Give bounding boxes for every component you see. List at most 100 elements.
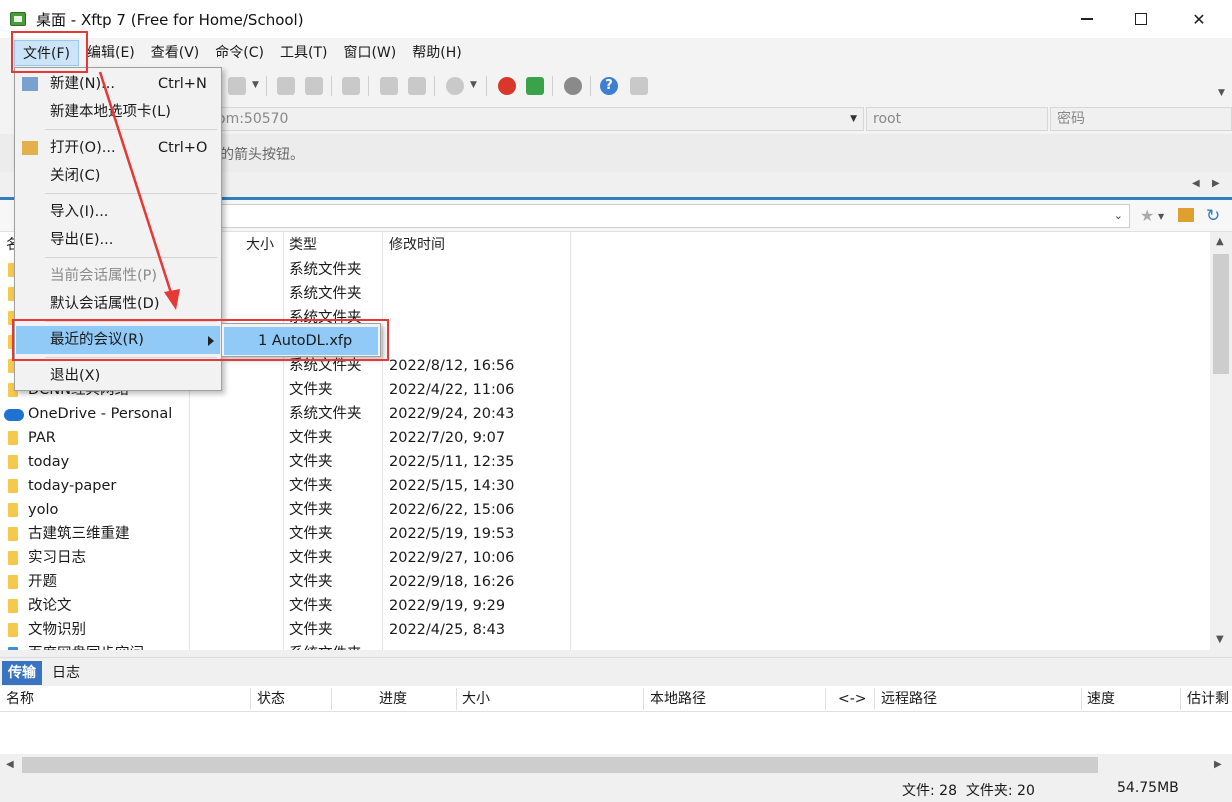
help-icon[interactable]: ? [600,77,618,95]
column-divider [250,688,251,710]
menu-item-export[interactable]: 导出(E)... [16,226,220,254]
transfer-col-direction[interactable]: <-> [838,686,867,712]
transfer-col-local-path[interactable]: 本地路径 [650,686,706,712]
menu-item-default-session-properties[interactable]: 默认会话属性(D) [16,290,220,318]
home-icon[interactable] [1178,208,1194,222]
tab-transfer[interactable]: 传输 [2,661,42,685]
file-row[interactable]: today 文件夹 2022/5/11, 12:35 [0,450,1210,474]
toolbar-divider [331,76,332,96]
scroll-thumb[interactable] [22,757,1098,773]
transfer-col-progress[interactable]: 进度 [379,686,407,712]
file-list-scrollbar[interactable]: ▲ ▼ [1210,232,1232,650]
tab-scroll-right-icon[interactable]: ▶ [1212,178,1220,189]
file-row[interactable]: 改论文 文件夹 2022/9/19, 9:29 [0,594,1210,618]
menu-command[interactable]: 命令(C) [207,40,272,66]
xftp-icon[interactable] [526,77,544,95]
menu-edit[interactable]: 编辑(E) [79,40,143,66]
maximize-button[interactable] [1118,0,1164,38]
tab-scroll-left-icon[interactable]: ◀ [1192,178,1200,189]
file-row[interactable]: 文物识别 文件夹 2022/4/25, 8:43 [0,618,1210,642]
scroll-thumb[interactable] [1213,254,1229,374]
menu-bar: 文件(F) 编辑(E) 查看(V) 命令(C) 工具(T) 窗口(W) 帮助(H… [0,38,1232,68]
upload-icon[interactable] [277,77,295,95]
star-icon[interactable]: ★ [1140,206,1154,225]
status-bar: 文件: 28 文件夹: 20 54.75MB [0,776,1232,802]
screen-icon[interactable] [228,77,246,95]
transfer-icon[interactable] [342,77,360,95]
menu-separator [45,193,217,194]
menu-tools[interactable]: 工具(T) [272,40,335,66]
refresh-icon[interactable]: ↻ [1206,206,1220,226]
folder-icon [8,431,18,445]
chat-icon[interactable] [630,77,648,95]
xshell-icon[interactable] [498,77,516,95]
menu-file[interactable]: 文件(F) [14,40,79,66]
scroll-up-icon[interactable]: ▲ [1216,236,1224,247]
transfer-col-size[interactable]: 大小 [462,686,490,712]
path-input[interactable]: ⌄ [210,204,1130,228]
download-icon[interactable] [305,77,323,95]
column-divider [1081,688,1082,710]
chevron-down-icon[interactable]: ▼ [1158,212,1164,221]
transfer-col-status[interactable]: 状态 [257,686,285,712]
status-counts: 文件: 28 文件夹: 20 [902,783,1035,799]
menu-window[interactable]: 窗口(W) [335,40,404,66]
copy-icon[interactable] [380,77,398,95]
menu-separator [45,321,217,322]
close-button[interactable]: ✕ [1176,0,1222,38]
transfer-hscrollbar[interactable]: ◀ ▶ [0,754,1232,776]
scroll-right-icon[interactable]: ▶ [1214,759,1222,770]
toolbar-overflow-icon[interactable]: ▼ [1218,88,1225,98]
transfer-col-speed[interactable]: 速度 [1087,686,1115,712]
file-row[interactable]: PAR 文件夹 2022/7/20, 9:07 [0,426,1210,450]
file-row[interactable]: OneDrive - Personal 系统文件夹 2022/9/24, 20:43 [0,402,1210,426]
new-session-icon [22,77,38,91]
file-row[interactable]: 开题 文件夹 2022/9/18, 16:26 [0,570,1210,594]
recent-session-autodl[interactable]: 1 AutoDL.xfp [224,327,378,355]
tab-log[interactable]: 日志 [46,661,86,685]
file-row[interactable]: 百度网盘同步空间系统文件夹 [0,642,1210,650]
column-type[interactable]: 类型 [289,232,317,258]
scroll-down-icon[interactable]: ▼ [1216,634,1224,645]
transfer-list [0,712,1232,754]
host-text: om:50570 [217,111,289,127]
toolbar-divider [266,76,267,96]
menu-view[interactable]: 查看(V) [143,40,208,66]
transfer-col-eta[interactable]: 估计剩 [1187,686,1232,712]
column-modified[interactable]: 修改时间 [389,232,445,258]
column-size[interactable]: 大小 [246,232,274,258]
status-size: 54.75MB [1117,780,1179,796]
menu-item-close[interactable]: 关闭(C) [16,162,220,190]
menu-item-new[interactable]: 新建(N)... Ctrl+N [16,70,220,98]
chevron-down-icon[interactable]: ▼ [252,80,259,90]
menu-item-import[interactable]: 导入(I)... [16,198,220,226]
file-row[interactable]: today-paper 文件夹 2022/5/15, 14:30 [0,474,1210,498]
minimize-button[interactable] [1064,0,1110,38]
file-row[interactable]: yolo 文件夹 2022/6/22, 15:06 [0,498,1210,522]
menu-item-current-session-properties: 当前会话属性(P) [50,268,158,284]
folder-icon [8,551,18,565]
globe-icon[interactable] [446,77,464,95]
transfer-col-remote-path[interactable]: 远程路径 [881,686,937,712]
menu-item-recent-sessions[interactable]: 最近的会议(R) [16,326,220,354]
minimize-icon [1081,18,1093,20]
chevron-down-icon[interactable]: ▼ [470,80,477,90]
menu-item-exit[interactable]: 退出(X) [16,362,220,390]
menu-separator [45,257,217,258]
gear-icon[interactable] [564,77,582,95]
menu-item-new-local-tab[interactable]: 新建本地选项卡(L) [16,98,220,126]
chevron-down-icon[interactable]: ▼ [850,108,857,130]
scroll-left-icon[interactable]: ◀ [6,759,14,770]
baidu-sync-icon [8,647,18,650]
file-row[interactable]: 实习日志 文件夹 2022/9/27, 10:06 [0,546,1210,570]
menu-help[interactable]: 帮助(H) [404,40,469,66]
transfer-header: 名称 状态 进度 大小 本地路径 <-> 远程路径 速度 估计剩 [0,686,1232,712]
transfer-col-name[interactable]: 名称 [6,686,34,712]
menu-item-open[interactable]: 打开(O)... Ctrl+O [16,134,220,162]
host-field[interactable]: om:50570 ▼ [210,107,864,131]
password-field[interactable]: 密码 [1050,107,1232,131]
chevron-down-icon[interactable]: ⌄ [1114,209,1123,222]
username-field[interactable]: root [866,107,1048,131]
file-row[interactable]: 古建筑三维重建 文件夹 2022/5/19, 19:53 [0,522,1210,546]
paste-icon[interactable] [408,77,426,95]
